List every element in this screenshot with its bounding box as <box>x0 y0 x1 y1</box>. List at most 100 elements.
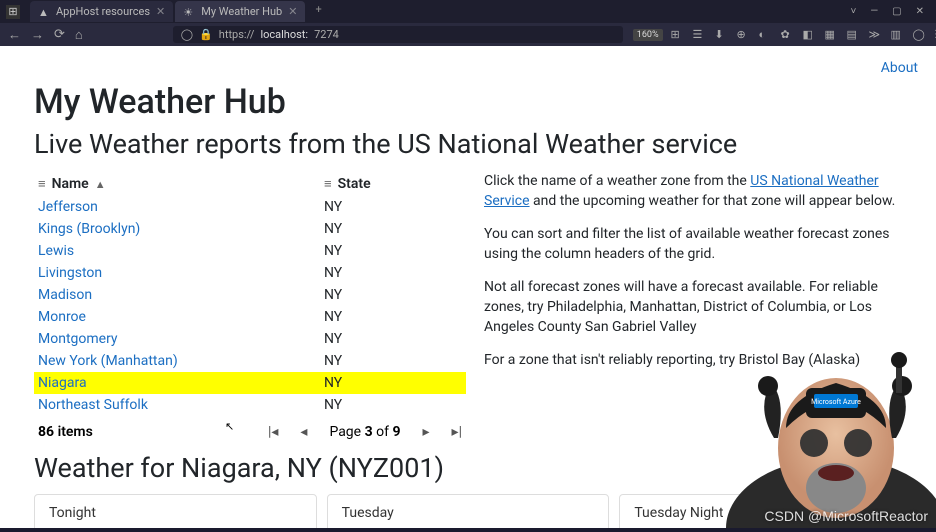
zone-link[interactable]: Northeast Suffolk <box>38 397 148 413</box>
close-icon[interactable]: ✕ <box>156 5 165 18</box>
zone-link[interactable]: Kings (Brooklyn) <box>38 221 140 237</box>
zone-state: NY <box>324 309 466 325</box>
new-tab-button[interactable]: + <box>307 1 329 22</box>
tab-apphost[interactable]: ▲ AppHost resources ✕ <box>30 1 173 22</box>
zone-link[interactable]: Lewis <box>38 243 74 259</box>
reload-button[interactable]: ⟳ <box>54 27 65 42</box>
table-row: Northeast SuffolkNY <box>34 394 466 416</box>
zone-state: NY <box>324 243 466 259</box>
tab-title: My Weather Hub <box>201 5 282 18</box>
grid-header: ≡ Name ▲ ≡ State <box>34 172 466 196</box>
reader-icon[interactable]: ☰ <box>693 28 707 42</box>
zone-state: NY <box>324 287 466 303</box>
page-title: My Weather Hub <box>34 82 902 122</box>
forecast-row: Tonight Tuesday Tuesday Night <box>34 494 902 528</box>
browser-toolbar: ← → ⟳ ⌂ ◯ 🔒 https:// localhost: 7274 160% … <box>0 23 936 46</box>
zone-state: NY <box>324 353 466 369</box>
close-icon[interactable]: ✕ <box>288 5 297 18</box>
extension-icon[interactable]: ▦ <box>825 28 839 42</box>
zone-link[interactable]: New York (Manhattan) <box>38 353 178 369</box>
zoom-indicator[interactable]: 160% <box>633 29 663 41</box>
info-panel: Click the name of a weather zone from th… <box>484 172 902 448</box>
extension-icon[interactable]: ▤ <box>847 28 861 42</box>
zone-state: NY <box>324 265 466 281</box>
zone-link[interactable]: Monroe <box>38 309 86 325</box>
zone-state: NY <box>324 199 466 215</box>
table-row: Kings (Brooklyn) NY <box>34 218 466 240</box>
chevron-down-icon[interactable]: ˅ <box>851 6 857 17</box>
pager-info: Page 3 of 9 <box>329 424 400 440</box>
toolbar-right: 160% ⊞ ☰ ⬇ ⊕ ◐ ✿ ◧ ▦ ▤ ≫ ▥ ◯ ☰ <box>633 28 936 42</box>
pager-first-button[interactable]: |◂ <box>268 424 278 440</box>
info-p1: Click the name of a weather zone from th… <box>484 172 902 211</box>
bookmark-icon[interactable]: ⊕ <box>737 28 751 42</box>
tabs-bar: ▲ AppHost resources ✕ ☀ My Weather Hub ✕… <box>30 1 851 22</box>
zone-state: NY <box>324 221 466 237</box>
extension-icon[interactable]: ⊞ <box>671 28 685 42</box>
table-row: Monroe NY <box>34 306 466 328</box>
tab-weather[interactable]: ☀ My Weather Hub ✕ <box>175 1 305 22</box>
column-label: Name <box>52 176 89 192</box>
tab-title: AppHost resources <box>56 5 150 18</box>
extension-icon[interactable]: ◧ <box>803 28 817 42</box>
about-link[interactable]: About <box>881 60 918 76</box>
page-content: About My Weather Hub Live Weather report… <box>0 46 936 528</box>
forward-button[interactable]: → <box>31 27 44 43</box>
info-p2: You can sort and filter the list of avai… <box>484 225 902 264</box>
browser-titlebar: ⊞ ▲ AppHost resources ✕ ☀ My Weather Hub… <box>0 0 936 23</box>
table-row: Niagara NY <box>34 372 466 394</box>
grid-pager: 86 items |◂ ◂ Page 3 of 9 ▸ ▸| <box>34 416 466 448</box>
zone-link[interactable]: Niagara <box>38 375 87 391</box>
detail-heading: Weather for Niagara, NY (NYZ001) <box>34 452 902 484</box>
app-icon: ⊞ <box>6 5 20 19</box>
back-button[interactable]: ← <box>8 27 21 43</box>
site-nav: About <box>0 46 936 82</box>
pager-count: 86 items <box>38 424 93 440</box>
hamburger-icon[interactable]: ≡ <box>38 176 46 192</box>
url-host: localhost: <box>260 28 308 41</box>
extension-icon[interactable]: ✿ <box>781 28 795 42</box>
table-row: Livingston NY <box>34 262 466 284</box>
pager-last-button[interactable]: ▸| <box>452 424 462 440</box>
pager-prev-button[interactable]: ◂ <box>300 424 307 440</box>
sort-asc-icon: ▲ <box>95 178 106 191</box>
download-icon[interactable]: ⬇ <box>715 28 729 42</box>
address-bar[interactable]: ◯ 🔒 https:// localhost: 7274 <box>173 26 623 43</box>
info-p3: Not all forecast zones will have a forec… <box>484 278 902 337</box>
zone-link[interactable]: Jefferson <box>38 199 98 215</box>
hamburger-icon[interactable]: ≡ <box>324 176 332 192</box>
maximize-button[interactable]: ▢ <box>892 6 901 17</box>
forecast-card: Tuesday Night <box>619 494 902 528</box>
forecast-card: Tonight <box>34 494 317 528</box>
zone-link[interactable]: Montgomery <box>38 331 118 347</box>
info-p4: For a zone that isn't reliably reporting… <box>484 351 902 371</box>
library-icon[interactable]: ▥ <box>891 28 905 42</box>
table-row: Lewis NY <box>34 240 466 262</box>
shield-icon: ◯ <box>181 28 193 41</box>
zones-grid: ≡ Name ▲ ≡ State JeffersonNYKings (Brook… <box>34 172 466 448</box>
forecast-card: Tuesday <box>327 494 610 528</box>
account-icon[interactable]: ◯ <box>913 28 927 42</box>
lock-icon: 🔒 <box>199 28 213 41</box>
url-port: 7274 <box>314 28 339 41</box>
zone-state: NY <box>324 331 466 347</box>
table-row: Madison NY <box>34 284 466 306</box>
overflow-icon[interactable]: ≫ <box>869 28 883 42</box>
extension-icon[interactable]: ◐ <box>759 28 773 42</box>
column-header-state[interactable]: ≡ State <box>324 176 466 192</box>
home-button[interactable]: ⌂ <box>75 27 83 43</box>
column-header-name[interactable]: ≡ Name ▲ <box>34 176 324 192</box>
tab-favicon-icon: ☀ <box>183 6 195 18</box>
grid-body: JeffersonNYKings (Brooklyn)NYLewisNYLivi… <box>34 196 466 416</box>
minimize-button[interactable]: — <box>870 6 878 17</box>
zone-state: NY <box>324 375 466 391</box>
zone-link[interactable]: Livingston <box>38 265 102 281</box>
table-row: Jefferson NY <box>34 196 466 218</box>
url-scheme: https:// <box>219 28 255 41</box>
zone-link[interactable]: Madison <box>38 287 92 303</box>
table-row: Montgomery NY <box>34 328 466 350</box>
pager-next-button[interactable]: ▸ <box>423 424 430 440</box>
column-label: State <box>338 176 371 192</box>
table-row: New York (Manhattan) NY <box>34 350 466 372</box>
close-window-button[interactable]: ✕ <box>916 6 924 17</box>
